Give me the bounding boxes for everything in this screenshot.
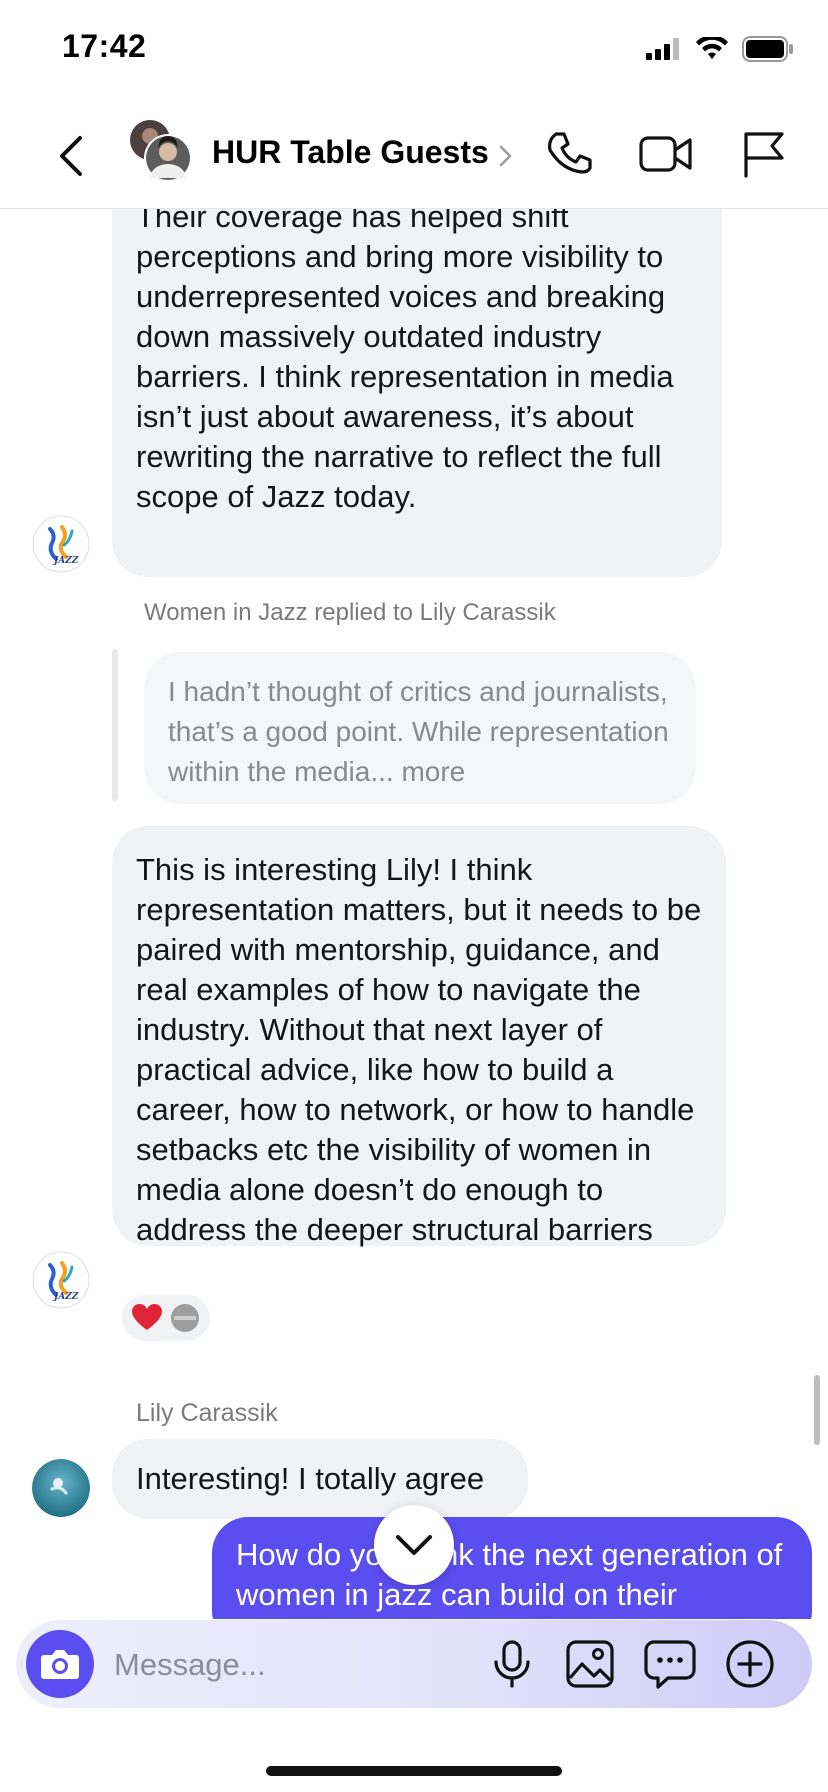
gallery-button[interactable] xyxy=(564,1638,616,1690)
video-camera-icon xyxy=(639,136,692,172)
chat-header: HUR Table Guests xyxy=(0,104,828,209)
chat-bubble-icon xyxy=(644,1640,696,1689)
quote-bar xyxy=(112,649,118,801)
voice-message-button[interactable] xyxy=(486,1638,538,1690)
scroll-indicator[interactable] xyxy=(814,1375,820,1445)
chevron-down-icon xyxy=(396,1535,432,1555)
svg-text:JAZZ: JAZZ xyxy=(52,1292,79,1302)
camera-icon xyxy=(41,1650,79,1679)
cellular-signal-icon xyxy=(646,38,679,60)
image-icon xyxy=(566,1640,614,1688)
reply-context-label: Women in Jazz replied to Lily Carassik xyxy=(144,599,556,626)
message-text: Their coverage has helped shift percepti… xyxy=(136,209,674,514)
phone-icon xyxy=(548,132,592,174)
outgoing-message-bubble[interactable]: How do you think the next generation of … xyxy=(212,1517,812,1619)
plus-circle-icon xyxy=(726,1640,774,1688)
call-button[interactable] xyxy=(544,128,596,180)
lily-avatar-image xyxy=(32,1459,90,1517)
incoming-message-bubble[interactable]: This is interesting Lily! I think repres… xyxy=(112,826,726,1247)
report-button[interactable] xyxy=(738,128,790,180)
message-text: This is interesting Lily! I think repres… xyxy=(136,852,702,1247)
message-list[interactable]: Their coverage has helped shift percepti… xyxy=(0,209,828,1619)
group-name[interactable]: HUR Table Guests xyxy=(212,134,489,171)
avatar-lily-carassik[interactable] xyxy=(32,1459,90,1517)
avatar-women-in-jazz[interactable]: JAZZ xyxy=(32,515,90,573)
status-time: 17:42 xyxy=(62,28,147,64)
camera-button[interactable] xyxy=(26,1630,94,1698)
heart-icon xyxy=(132,1304,162,1330)
quoted-message[interactable]: I hadn’t thought of critics and journali… xyxy=(144,652,696,804)
wifi-icon xyxy=(696,37,728,59)
battery-icon xyxy=(742,36,793,62)
svg-text:JAZZ: JAZZ xyxy=(52,556,79,566)
video-call-button[interactable] xyxy=(638,128,692,180)
avatar-women-in-jazz[interactable]: JAZZ xyxy=(32,1251,90,1309)
sticker-button[interactable] xyxy=(644,1638,696,1690)
sender-name: Lily Carassik xyxy=(136,1399,278,1427)
microphone-icon xyxy=(494,1640,530,1688)
flag-icon xyxy=(744,132,784,178)
scroll-to-bottom-button[interactable] xyxy=(374,1505,454,1585)
status-icons xyxy=(646,36,794,62)
home-indicator[interactable] xyxy=(266,1766,562,1776)
incoming-message-bubble[interactable]: Their coverage has helped shift percepti… xyxy=(112,209,722,577)
message-text: Interesting! I totally agree xyxy=(136,1461,485,1496)
more-options-button[interactable] xyxy=(724,1638,776,1690)
group-avatar-image xyxy=(130,120,192,182)
message-reactions[interactable] xyxy=(122,1295,210,1341)
quoted-message-text: I hadn’t thought of critics and journali… xyxy=(168,676,669,787)
group-avatar[interactable] xyxy=(128,118,194,184)
incoming-message-bubble[interactable]: Interesting! I totally agree xyxy=(112,1439,528,1519)
back-button[interactable] xyxy=(52,128,92,184)
chevron-left-icon xyxy=(60,136,82,176)
women-in-jazz-logo-avatar: JAZZ xyxy=(32,515,90,573)
message-input[interactable] xyxy=(112,1638,476,1692)
women-in-jazz-logo-avatar: JAZZ xyxy=(32,1251,90,1309)
chevron-right-icon[interactable] xyxy=(498,144,514,168)
message-composer xyxy=(16,1620,812,1708)
reaction-avatar-icon xyxy=(171,1304,199,1332)
message-text: How do you think the next generation of … xyxy=(236,1537,783,1612)
